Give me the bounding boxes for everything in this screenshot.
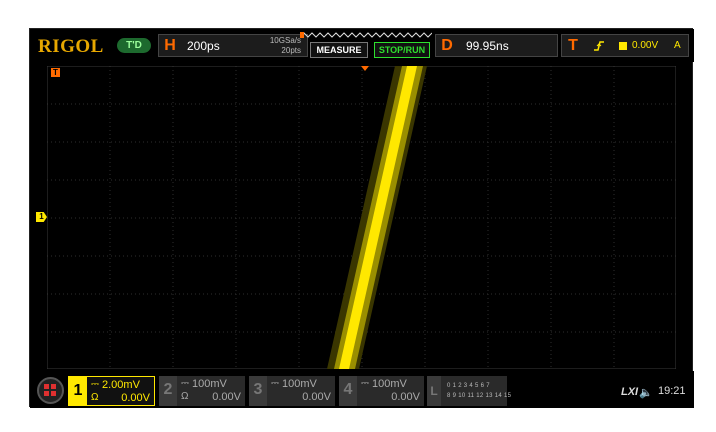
- impedance-icon: Ω: [181, 391, 189, 402]
- speaker-icon[interactable]: 🔈: [639, 386, 653, 399]
- main-menu-button[interactable]: [37, 377, 64, 404]
- channel-2-button[interactable]: 2 ⎓ 100mV Ω 0.00V: [159, 376, 245, 406]
- channel-offset: 0.00V: [391, 391, 420, 403]
- impedance-icon: Ω: [91, 392, 99, 403]
- logic-channels-high: 8 9 10 11 12 13 14 15: [447, 393, 512, 399]
- channel-scale: 2.00mV: [102, 379, 140, 391]
- trigger-level: 0.00V: [632, 40, 659, 51]
- brand-logo: RIGOL: [38, 36, 104, 57]
- memory-depth: 20pts: [281, 46, 301, 55]
- coupling-icon: ⎓: [181, 378, 189, 389]
- channel-4-button[interactable]: 4 ⎓ 100mV 0.00V: [339, 376, 424, 406]
- delay-value: 99.95ns: [466, 39, 509, 53]
- coupling-icon: ⎓: [361, 378, 369, 389]
- timebase-value: 200ps: [187, 39, 220, 53]
- measure-button[interactable]: MEASURE: [310, 42, 368, 58]
- mode-badge[interactable]: T'D: [117, 38, 151, 53]
- logic-label: L: [427, 376, 441, 406]
- trigger-time-marker[interactable]: T: [51, 68, 60, 77]
- top-status-bar: RIGOL T'D H 200ps 10GSa/s 20pts MEASURE …: [30, 29, 694, 62]
- delay-settings[interactable]: D 99.95ns: [435, 34, 558, 57]
- system-clock: 19:21: [658, 385, 686, 397]
- channel-number: 2: [159, 376, 177, 406]
- coupling-icon: ⎓: [271, 378, 279, 389]
- channel1-offset-marker[interactable]: 1: [36, 212, 47, 222]
- channel-1-button[interactable]: 1 ⎓ 2.00mV Ω 0.00V: [68, 376, 155, 406]
- rising-edge-icon: [594, 41, 604, 51]
- run-control-area: MEASURE STOP/RUN: [300, 29, 432, 62]
- grid-menu-icon: [44, 384, 56, 396]
- trigger-label: T: [568, 37, 578, 54]
- channel-number: 3: [249, 376, 267, 406]
- channel-offset: 0.00V: [302, 391, 331, 403]
- trigger-source: A: [674, 40, 681, 51]
- delay-label: D: [441, 37, 453, 54]
- channel-offset: 0.00V: [121, 392, 150, 404]
- channel-3-button[interactable]: 3 ⎓ 100mV 0.00V: [249, 376, 335, 406]
- bottom-channel-bar: 1 ⎓ 2.00mV Ω 0.00V 2 ⎓ 100mV Ω 0.00V 3 ⎓…: [30, 371, 694, 408]
- channel-scale: 100mV: [372, 378, 407, 390]
- stop-run-button[interactable]: STOP/RUN: [374, 42, 430, 58]
- trigger-settings[interactable]: T 0.00V A: [561, 34, 689, 57]
- horizontal-label: H: [164, 37, 176, 54]
- coupling-icon: ⎓: [91, 379, 99, 390]
- channel-scale: 100mV: [192, 378, 227, 390]
- channel-number: 4: [339, 376, 357, 406]
- sample-rate: 10GSa/s: [269, 36, 301, 45]
- waveform-grid[interactable]: [47, 66, 676, 369]
- channel-scale: 100mV: [282, 378, 317, 390]
- logic-analyzer-button[interactable]: L 0 1 2 3 4 5 6 7 8 9 10 11 12 13 14 15: [427, 376, 511, 406]
- trigger-position-strip: [300, 32, 432, 38]
- channel-offset: 0.00V: [212, 391, 241, 403]
- logic-channels-low: 0 1 2 3 4 5 6 7: [447, 383, 490, 389]
- horizontal-settings[interactable]: H 200ps 10GSa/s 20pts: [158, 34, 308, 57]
- channel-square-icon: [619, 42, 627, 50]
- oscilloscope-screen: RIGOL T'D H 200ps 10GSa/s 20pts MEASURE …: [29, 28, 694, 408]
- channel-number: 1: [69, 377, 87, 405]
- lxi-icon[interactable]: LXI: [621, 386, 638, 398]
